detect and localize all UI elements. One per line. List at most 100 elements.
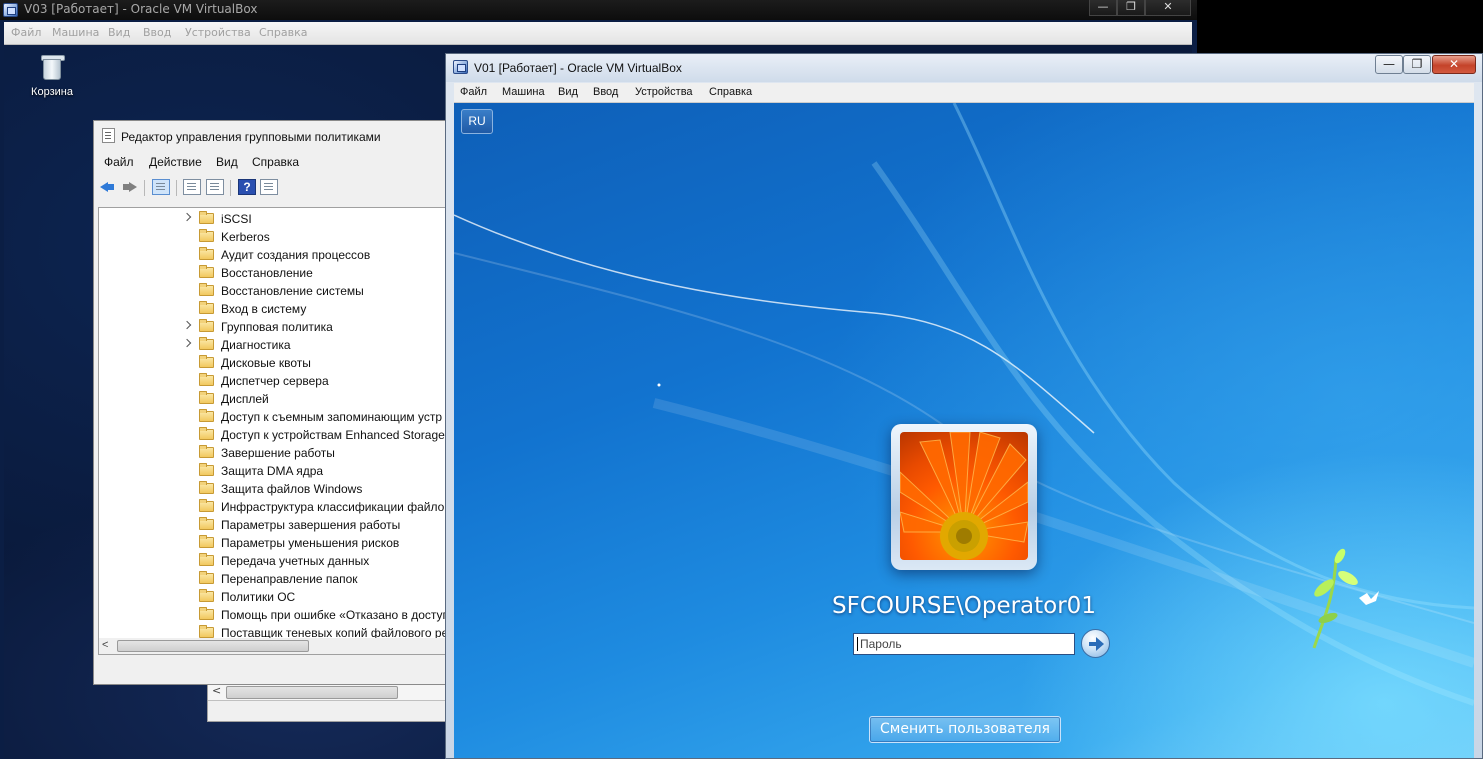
tree-item[interactable]: Инфраструктура классификации файлов: [99, 498, 469, 516]
tree-item[interactable]: Помощь при ошибке «Отказано в доступ: [99, 606, 469, 624]
tree-item-label: Диагностика: [221, 338, 291, 352]
horizontal-scrollbar[interactable]: <: [208, 683, 458, 701]
username-label: SFCOURSE\Operator01: [832, 593, 1096, 619]
folder-icon: [199, 265, 214, 278]
tree-item[interactable]: Завершение работы: [99, 444, 469, 462]
menu-devices[interactable]: Устройства: [635, 86, 693, 98]
menu-file[interactable]: Файл: [460, 86, 487, 98]
expand-chevron-icon[interactable]: [182, 320, 192, 330]
vm-menu-bar: Файл Машина Вид Ввод Устройства Справка: [4, 22, 1192, 45]
folder-icon: [199, 391, 214, 404]
scroll-left-arrow[interactable]: <: [102, 639, 108, 651]
tree-item-label: Диспетчер сервера: [221, 374, 329, 388]
scroll-thumb[interactable]: [117, 640, 309, 652]
folder-icon: [199, 571, 214, 584]
tree-item-label: Параметры уменьшения рисков: [221, 536, 400, 550]
close-button[interactable]: ✕: [1432, 55, 1476, 74]
tree-item[interactable]: Восстановление системы: [99, 282, 469, 300]
tree-item[interactable]: Доступ к устройствам Enhanced Storage: [99, 426, 469, 444]
tree-item[interactable]: Параметры уменьшения рисков: [99, 534, 469, 552]
show-hide-tree-icon[interactable]: [152, 179, 170, 195]
gpo-tree-view[interactable]: iSCSI Kerberos Аудит создания процессов Вос…: [98, 207, 470, 639]
tree-item[interactable]: Политики ОС: [99, 588, 469, 606]
help-icon[interactable]: ?: [238, 179, 256, 195]
expand-chevron-icon[interactable]: [182, 338, 192, 348]
tree-item-label: Защита файлов Windows: [221, 482, 363, 496]
close-button[interactable]: ✕: [1145, 0, 1191, 16]
tree-item[interactable]: Вход в систему: [99, 300, 469, 318]
menu-machine[interactable]: Машина: [52, 26, 99, 39]
tree-item-label: Восстановление системы: [221, 284, 364, 298]
tree-item-label: Доступ к съемным запоминающим устр: [221, 410, 443, 424]
maximize-button[interactable]: ❐: [1117, 0, 1145, 16]
menu-input[interactable]: Ввод: [143, 26, 171, 39]
folder-icon: [199, 373, 214, 386]
virtualbox-icon: [3, 3, 18, 17]
tree-item[interactable]: Передача учетных данных: [99, 552, 469, 570]
folder-icon: [199, 283, 214, 296]
folder-icon: [199, 211, 214, 224]
gpo-editor-window[interactable]: Редактор управления групповыми политикам…: [93, 120, 473, 685]
tree-item-label: Завершение работы: [221, 446, 335, 460]
gpo-menu-action[interactable]: Действие: [149, 155, 202, 169]
export-list-icon[interactable]: [206, 179, 224, 195]
password-field[interactable]: Пароль: [853, 633, 1075, 655]
submit-arrow-icon[interactable]: [1081, 629, 1110, 658]
tree-item[interactable]: Дисковые квоты: [99, 354, 469, 372]
back-arrow-icon[interactable]: [98, 179, 116, 195]
tree-item-label: Перенаправление папок: [221, 572, 358, 586]
tree-item[interactable]: Дисплей: [99, 390, 469, 408]
tree-item[interactable]: Доступ к съемным запоминающим устр: [99, 408, 469, 426]
switch-user-button[interactable]: Сменить пользователя: [869, 716, 1061, 743]
tree-item[interactable]: Защита файлов Windows: [99, 480, 469, 498]
tree-item-label: Восстановление: [221, 266, 313, 280]
title-bar[interactable]: V03 [Работает] - Oracle VM VirtualBox — …: [0, 0, 1197, 20]
tree-item[interactable]: Аудит создания процессов: [99, 246, 469, 264]
scroll-left-arrow[interactable]: <: [212, 684, 221, 697]
folder-icon: [199, 319, 214, 332]
maximize-button[interactable]: ❐: [1403, 55, 1431, 74]
tree-item[interactable]: Параметры завершения работы: [99, 516, 469, 534]
properties-icon[interactable]: [183, 179, 201, 195]
tree-item[interactable]: Защита DMA ядра: [99, 462, 469, 480]
gpo-horizontal-scrollbar[interactable]: <: [98, 638, 470, 655]
tree-item[interactable]: Перенаправление папок: [99, 570, 469, 588]
tree-item[interactable]: Восстановление: [99, 264, 469, 282]
forward-arrow-icon[interactable]: [121, 179, 139, 195]
minimize-button[interactable]: —: [1375, 55, 1403, 74]
tree-item[interactable]: Kerberos: [99, 228, 469, 246]
menu-machine[interactable]: Машина: [502, 86, 545, 98]
view-options-icon[interactable]: [260, 179, 278, 195]
gpo-menu-bar: Файл Действие Вид Справка: [94, 154, 472, 174]
tree-item[interactable]: iSCSI: [99, 210, 469, 228]
recycle-bin-icon: [40, 53, 65, 81]
gpo-title-bar[interactable]: Редактор управления групповыми политикам…: [102, 128, 381, 144]
menu-view[interactable]: Вид: [108, 26, 130, 39]
gpo-menu-view[interactable]: Вид: [216, 155, 238, 169]
menu-help[interactable]: Справка: [259, 26, 307, 39]
vm-window-v01[interactable]: V01 [Работает] - Oracle VM VirtualBox — …: [445, 53, 1483, 759]
tree-item[interactable]: Групповая политика: [99, 318, 469, 336]
window-title: V01 [Работает] - Oracle VM VirtualBox: [474, 61, 682, 75]
menu-help[interactable]: Справка: [709, 86, 752, 98]
gpo-document-icon: [102, 128, 115, 143]
tree-item-label: Групповая политика: [221, 320, 333, 334]
menu-file[interactable]: Файл: [11, 26, 41, 39]
expand-chevron-icon[interactable]: [182, 212, 192, 222]
title-bar[interactable]: V01 [Работает] - Oracle VM VirtualBox — …: [446, 54, 1482, 82]
menu-devices[interactable]: Устройства: [185, 26, 251, 39]
flower-petals: [900, 432, 1028, 560]
tree-item-label: Аудит создания процессов: [221, 248, 371, 262]
scroll-thumb[interactable]: [226, 686, 398, 699]
tree-item-label: Дисплей: [221, 392, 269, 406]
tree-item[interactable]: Диагностика: [99, 336, 469, 354]
minimize-button[interactable]: —: [1089, 0, 1117, 16]
recycle-bin-shortcut[interactable]: Корзина: [21, 53, 83, 98]
language-button[interactable]: RU: [461, 109, 493, 134]
tree-item[interactable]: Поставщик теневых копий файлового ре: [99, 624, 469, 638]
gpo-menu-file[interactable]: Файл: [104, 155, 134, 169]
gpo-menu-help[interactable]: Справка: [252, 155, 299, 169]
menu-view[interactable]: Вид: [558, 86, 578, 98]
tree-item[interactable]: Диспетчер сервера: [99, 372, 469, 390]
menu-input[interactable]: Ввод: [593, 86, 618, 98]
